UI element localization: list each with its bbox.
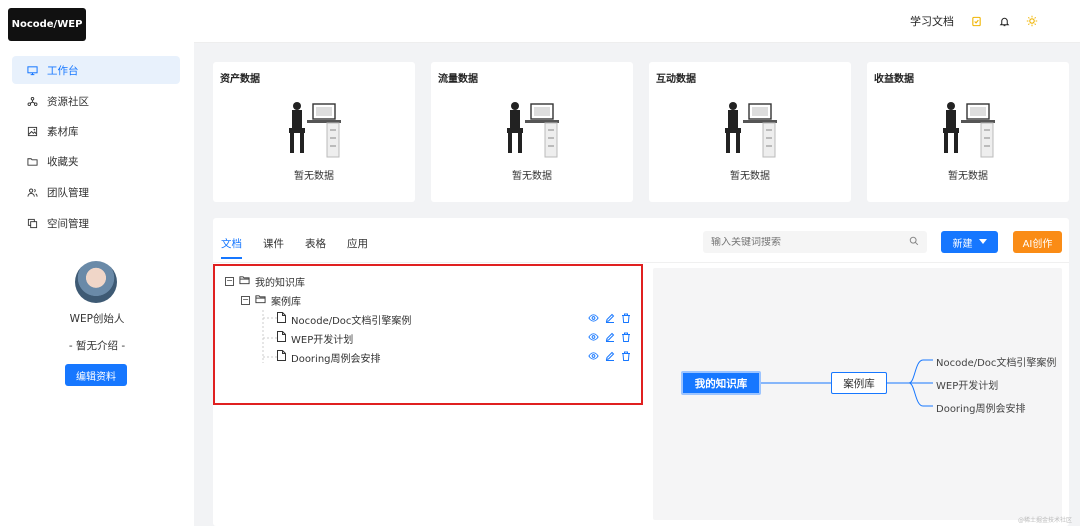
sidebar-item-label: 团队管理 bbox=[47, 186, 89, 199]
file-actions bbox=[588, 351, 631, 364]
mindmap-leaf-node[interactable]: Dooring周例会安排 bbox=[936, 400, 1026, 415]
sidebar-item-label: 素材库 bbox=[47, 125, 79, 138]
sidebar-item-label: 空间管理 bbox=[47, 217, 89, 230]
delete-icon[interactable] bbox=[621, 351, 631, 364]
sidebar-item-materials[interactable]: 素材库 bbox=[12, 117, 180, 145]
tree-file[interactable]: WEP开发计划 bbox=[277, 331, 354, 346]
stat-card-assets: 资产数据 暂无数据 bbox=[213, 62, 415, 202]
empty-text: 暂无数据 bbox=[294, 171, 334, 182]
eye-icon[interactable] bbox=[588, 332, 599, 345]
stat-card-title: 收益数据 bbox=[874, 74, 914, 85]
tree-file[interactable]: Dooring周例会安排 bbox=[277, 350, 381, 365]
sun-icon[interactable] bbox=[1026, 15, 1038, 27]
knowledge-tree: − 我的知识库 − 案例库 Nocode/Doc文档引擎案例 WEP开发计划 D… bbox=[213, 264, 643, 405]
delete-icon[interactable] bbox=[621, 332, 631, 345]
eye-icon[interactable] bbox=[588, 351, 599, 364]
docs-link[interactable]: 学习文档 bbox=[910, 13, 954, 29]
mindmap-root-node[interactable]: 我的知识库 bbox=[681, 371, 761, 395]
watermark: @稀土掘金技术社区 bbox=[1017, 517, 1072, 524]
sidebar-item-workbench[interactable]: 工作台 bbox=[12, 56, 180, 84]
sidebar-item-team[interactable]: 团队管理 bbox=[12, 178, 180, 206]
stat-card-title: 资产数据 bbox=[220, 74, 260, 85]
caret-down-icon bbox=[978, 237, 987, 248]
file-actions bbox=[588, 313, 631, 326]
stat-card-revenue: 收益数据 暂无数据 bbox=[867, 62, 1069, 202]
empty-illustration-icon bbox=[943, 102, 995, 158]
doc-tabs: 文档 课件 表格 应用 bbox=[221, 236, 368, 259]
sidebar: 工作台 资源社区 素材库 收藏夹 团队管理 空间管理 WEP创始人 - 暂无介绍… bbox=[0, 50, 194, 526]
stat-card-interaction: 互动数据 暂无数据 bbox=[649, 62, 851, 202]
stat-card-title: 互动数据 bbox=[656, 74, 696, 85]
tree-file[interactable]: Nocode/Doc文档引擎案例 bbox=[277, 312, 412, 327]
tab-docs[interactable]: 文档 bbox=[221, 236, 242, 259]
sidebar-item-label: 收藏夹 bbox=[47, 155, 79, 168]
edit-icon[interactable] bbox=[605, 332, 615, 345]
badge-icon[interactable] bbox=[970, 15, 982, 27]
edit-icon[interactable] bbox=[605, 313, 615, 326]
mindmap-folder-node[interactable]: 案例库 bbox=[831, 372, 887, 394]
collapse-icon[interactable]: − bbox=[225, 276, 234, 286]
bell-icon[interactable] bbox=[998, 15, 1010, 27]
image-icon bbox=[27, 126, 38, 137]
new-button-label: 新建 bbox=[952, 238, 973, 250]
monitor-icon bbox=[27, 65, 38, 76]
tree-folder-label: 案例库 bbox=[271, 296, 301, 308]
edit-profile-button[interactable]: 编辑资料 bbox=[65, 364, 127, 386]
mindmap-leaf-node[interactable]: WEP开发计划 bbox=[936, 377, 998, 392]
folder-icon bbox=[27, 156, 38, 167]
empty-illustration-icon bbox=[725, 102, 777, 158]
ai-create-button[interactable]: AI创作 bbox=[1013, 231, 1062, 253]
tab-apps[interactable]: 应用 bbox=[347, 236, 368, 259]
eye-icon[interactable] bbox=[588, 313, 599, 326]
tree-root[interactable]: − 我的知识库 bbox=[225, 274, 305, 289]
tree-root-label: 我的知识库 bbox=[255, 277, 305, 289]
empty-illustration-icon bbox=[507, 102, 559, 158]
mindmap-preview[interactable]: 我的知识库 案例库 Nocode/Doc文档引擎案例 WEP开发计划 Doori… bbox=[653, 268, 1062, 520]
file-actions bbox=[588, 332, 631, 345]
copy-icon bbox=[27, 218, 38, 229]
empty-text: 暂无数据 bbox=[730, 171, 770, 182]
search-input[interactable] bbox=[711, 236, 891, 248]
new-button[interactable]: 新建 bbox=[941, 231, 998, 253]
tree-folder[interactable]: − 案例库 bbox=[241, 293, 301, 308]
sidebar-item-favorites[interactable]: 收藏夹 bbox=[12, 147, 180, 175]
team-icon bbox=[27, 187, 38, 198]
topbar-actions: 学习文档 bbox=[910, 12, 1038, 30]
file-icon bbox=[277, 350, 286, 364]
stat-card-title: 流量数据 bbox=[438, 74, 478, 85]
profile-name: WEP创始人 bbox=[69, 313, 125, 325]
share-icon bbox=[27, 96, 38, 107]
folder-open-icon bbox=[255, 294, 266, 307]
mindmap-leaf-node[interactable]: Nocode/Doc文档引擎案例 bbox=[936, 354, 1056, 369]
file-icon bbox=[277, 312, 286, 326]
sidebar-item-label: 资源社区 bbox=[47, 95, 89, 108]
collapse-icon[interactable]: − bbox=[241, 295, 250, 305]
search-icon[interactable] bbox=[909, 236, 919, 249]
delete-icon[interactable] bbox=[621, 313, 631, 326]
edit-icon[interactable] bbox=[605, 351, 615, 364]
tab-tables[interactable]: 表格 bbox=[305, 236, 326, 259]
search-box[interactable] bbox=[703, 231, 927, 253]
sidebar-item-space[interactable]: 空间管理 bbox=[12, 209, 180, 237]
tab-courseware[interactable]: 课件 bbox=[263, 236, 284, 259]
stat-card-traffic: 流量数据 暂无数据 bbox=[431, 62, 633, 202]
empty-text: 暂无数据 bbox=[512, 171, 552, 182]
tree-file-label: WEP开发计划 bbox=[291, 334, 354, 346]
tree-file-label: Nocode/Doc文档引擎案例 bbox=[291, 315, 412, 327]
empty-illustration-icon bbox=[289, 102, 341, 158]
file-icon bbox=[277, 331, 286, 345]
tree-file-label: Dooring周例会安排 bbox=[291, 353, 381, 365]
sidebar-item-label: 工作台 bbox=[47, 64, 79, 77]
app-logo[interactable]: Nocode/WEP bbox=[8, 8, 86, 41]
empty-text: 暂无数据 bbox=[948, 171, 988, 182]
sidebar-item-community[interactable]: 资源社区 bbox=[12, 87, 180, 115]
folder-open-icon bbox=[239, 275, 250, 288]
profile-intro: - 暂无介绍 - bbox=[68, 340, 126, 352]
avatar[interactable] bbox=[75, 261, 117, 303]
tabs-divider bbox=[213, 262, 1069, 263]
